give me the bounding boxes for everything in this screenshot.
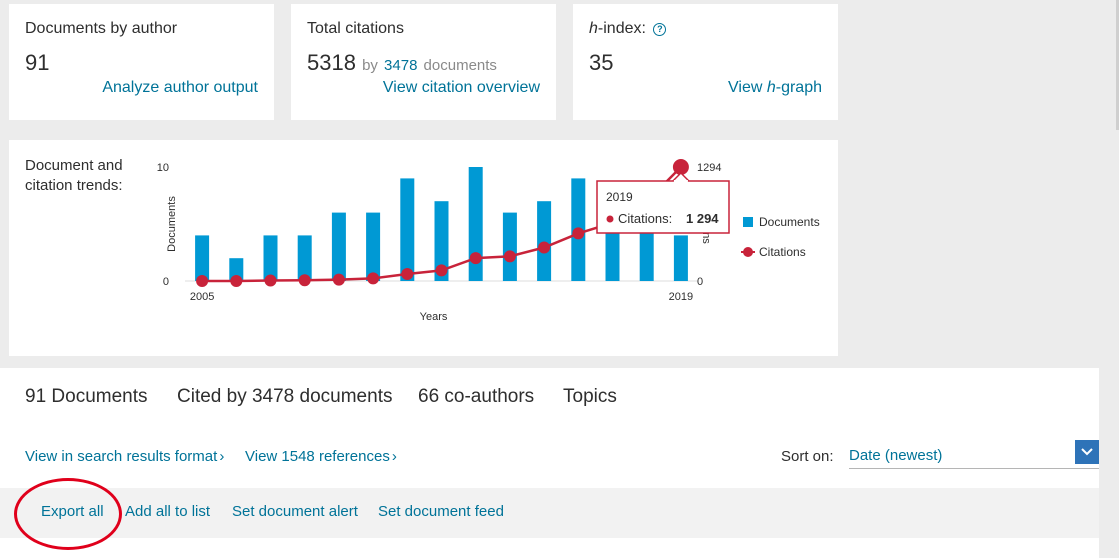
profile-tabs: 91 Documents Cited by 3478 documents 66 …: [0, 368, 1099, 422]
documents-card-title: Documents by author: [25, 20, 178, 37]
help-icon[interactable]: ?: [653, 23, 667, 36]
trends-card: Document and citation trends: 10 0 1294 0 20…: [9, 140, 838, 356]
citations-point: [469, 252, 482, 265]
citations-point: [572, 227, 585, 240]
documents-card: Documents by author 91 Analyze author ou…: [9, 4, 274, 120]
legend-citations-label: Citations: [759, 245, 806, 259]
citations-point: [196, 275, 209, 287]
hindex-value: 35: [589, 50, 614, 75]
citations-point: [230, 275, 243, 287]
documents-bar: [537, 201, 552, 281]
right-axis-title-partial: ns: [700, 232, 712, 244]
documents-bar: [400, 178, 415, 281]
set-document-feed-link[interactable]: Set document feed: [378, 503, 504, 520]
documents-bar: [195, 235, 210, 281]
citations-by: by: [362, 57, 378, 74]
left-axis-tick-label: 0: [163, 276, 169, 288]
citations-point: [367, 272, 380, 285]
left-axis-tick-label: 10: [157, 162, 169, 174]
documents-bar: [263, 235, 278, 281]
tab-co-authors[interactable]: 66 co-authors: [418, 386, 534, 408]
legend-documents-label: Documents: [759, 215, 820, 229]
view-h-graph-link[interactable]: View h-graph: [728, 79, 822, 97]
legend-citations-marker: [743, 247, 753, 257]
tooltip-pointer-mask: [673, 180, 688, 183]
citations-card: Total citations 5318 by 3478 documents V…: [291, 4, 556, 120]
citations-point: [298, 274, 311, 287]
sort-select[interactable]: Date (newest): [849, 440, 1099, 469]
results-area: [0, 538, 1099, 558]
citations-point: [401, 267, 414, 280]
right-axis-tick-label: 0: [697, 276, 703, 288]
citations-point: [538, 241, 551, 254]
tab-cited-by[interactable]: Cited by 3478 documents: [177, 386, 392, 408]
citations-count: 5318: [307, 50, 356, 75]
documents-bar: [366, 212, 381, 281]
analyze-author-output-link[interactable]: Analyze author output: [102, 79, 258, 97]
citations-point: [503, 250, 516, 263]
chevron-down-icon: [1081, 448, 1093, 456]
h-graph-link-pre: View: [728, 79, 767, 96]
documents-bar: [297, 235, 312, 281]
export-all-link[interactable]: Export all: [41, 503, 104, 520]
documents-bar: [331, 212, 346, 281]
x-axis-tick-label: 2005: [190, 291, 214, 303]
chevron-right-icon: ›: [219, 448, 225, 465]
citations-point: [435, 264, 448, 277]
view-references-link[interactable]: View 1548 references ›: [245, 448, 397, 465]
citations-card-title: Total citations: [307, 20, 404, 37]
legend-documents-swatch: [743, 217, 753, 227]
tab-topics[interactable]: Topics: [563, 386, 617, 408]
documents-bar: [673, 235, 688, 281]
hindex-card: h-index: ? 35 View h-graph: [573, 4, 838, 120]
documents-count: 91: [25, 50, 50, 75]
sort-label: Sort on:: [781, 448, 834, 465]
actions-row: View in search results format › View 1548…: [0, 418, 1099, 488]
citations-summary: 5318 by 3478 documents: [307, 50, 497, 76]
tooltip-citations-dot: [606, 215, 614, 223]
h-graph-link-post: -graph: [775, 79, 822, 96]
tooltip-citations-value: 1 294: [686, 211, 719, 226]
set-document-alert-link[interactable]: Set document alert: [232, 503, 358, 520]
hindex-h: h: [589, 20, 598, 37]
left-axis-title: Documents: [166, 196, 178, 252]
tooltip-citations-label: Citations:: [618, 211, 672, 226]
x-axis-tick-label: 2019: [669, 291, 693, 303]
h-graph-link-italic: h: [766, 79, 776, 96]
tab-documents[interactable]: 91 Documents: [9, 386, 163, 422]
hindex-title-rest: -index:: [597, 20, 646, 37]
view-citation-overview-link[interactable]: View citation overview: [383, 79, 540, 97]
view-search-results-format-link[interactable]: View in search results format ›: [25, 448, 224, 465]
trend-chart: 10 0 1294 0 2005 2019 Years Documents ns Document…: [157, 159, 820, 323]
citations-docs-label: documents: [423, 57, 497, 74]
x-axis-title: Years: [420, 311, 448, 323]
chevron-right-icon: ›: [391, 448, 397, 465]
add-all-to-list-link[interactable]: Add all to list: [125, 503, 210, 520]
documents-toolbar: Export all Add all to list Set document …: [0, 488, 1099, 538]
search-format-label: View in search results format: [25, 448, 218, 465]
citations-point: [332, 273, 345, 286]
citations-point: [264, 274, 277, 287]
hindex-card-title: h-index: ?: [589, 20, 667, 38]
dropdown-button[interactable]: [1075, 440, 1099, 464]
documents-bar: [502, 212, 517, 281]
right-axis-tick-label: 1294: [697, 162, 721, 174]
sort-selected-value: Date (newest): [849, 447, 943, 464]
references-label: View 1548 references: [245, 448, 390, 465]
tooltip-year: 2019: [606, 190, 633, 204]
citing-documents-count-link[interactable]: 3478: [384, 57, 417, 74]
